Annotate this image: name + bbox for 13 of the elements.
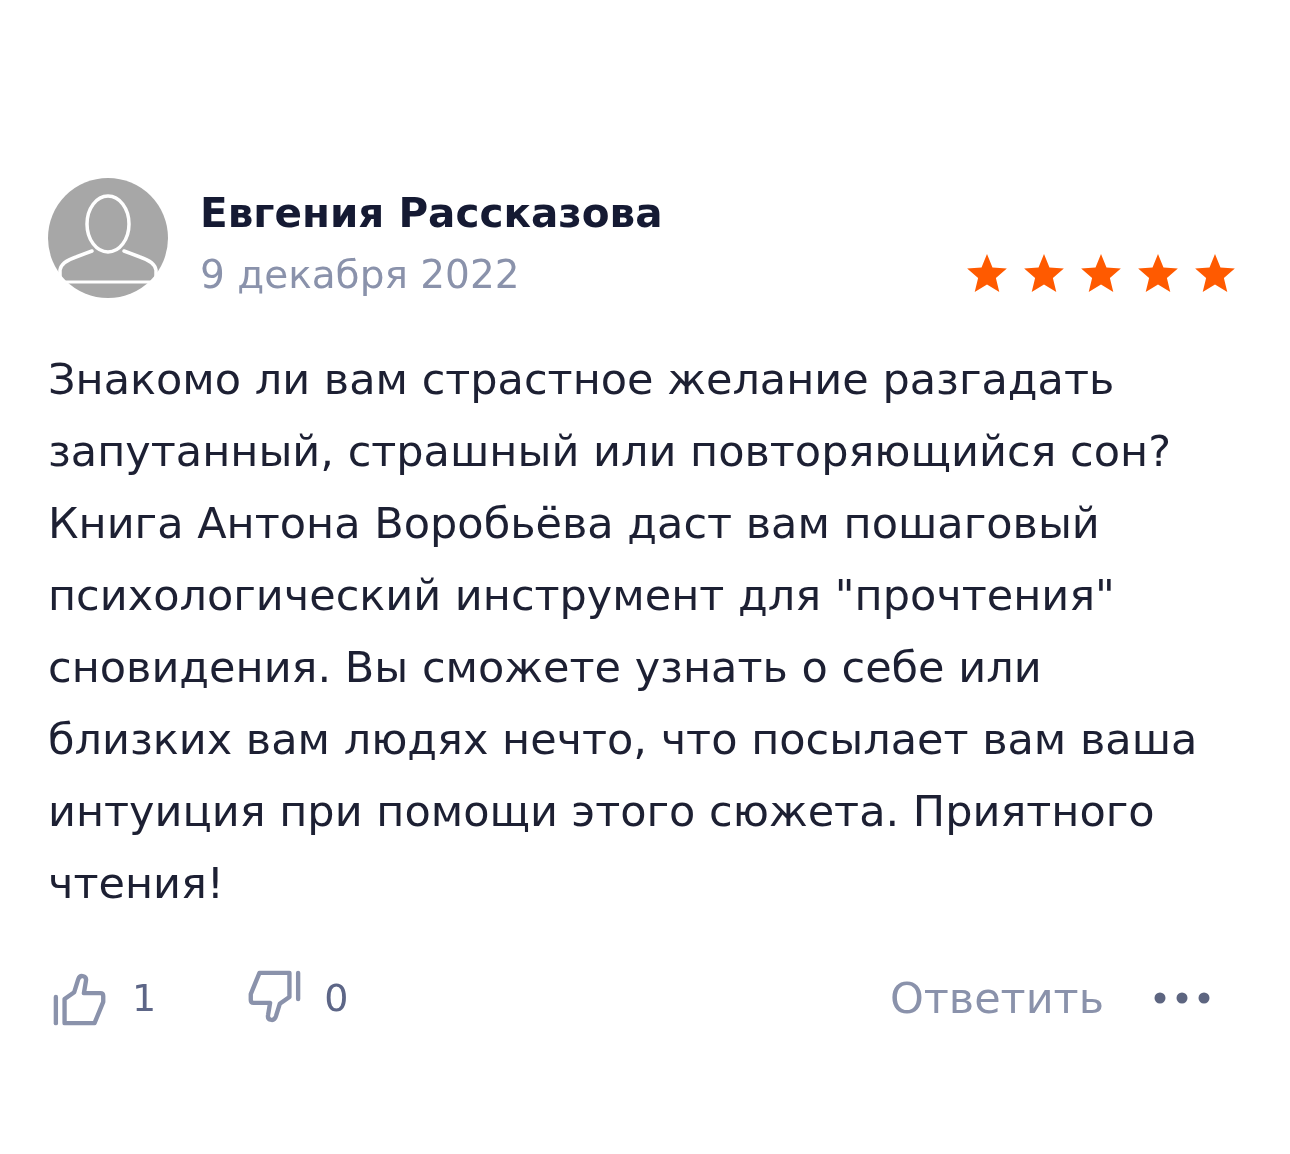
like-button[interactable]: 1: [52, 969, 157, 1027]
star-icon: [967, 254, 1007, 292]
dislike-button[interactable]: 0: [244, 969, 349, 1027]
star-icon: [1195, 254, 1235, 292]
star-icon: [1024, 254, 1064, 292]
star-icon: [1138, 254, 1178, 292]
more-icon[interactable]: [1154, 992, 1210, 1004]
author-name: Евгения Рассказова: [200, 188, 663, 238]
reply-button[interactable]: Ответить: [889, 970, 1104, 1026]
review-text: Знакомо ли вам страстное желание разгадать запутанный, страшный или повторяющийся сон? Книга Антона Воробьёва даст вам пошаговый психологический инструмент для "прочтения" сновидения. Вы сможете узнать о себе или близких вам людях нечто, что посылает вам ваша интуиция при помощи этого сюжета. Приятного чтения!: [48, 353, 1199, 910]
star-icon: [1081, 254, 1121, 292]
avatar-icon: [48, 178, 168, 298]
review-date: 9 декабря 2022: [200, 251, 520, 299]
